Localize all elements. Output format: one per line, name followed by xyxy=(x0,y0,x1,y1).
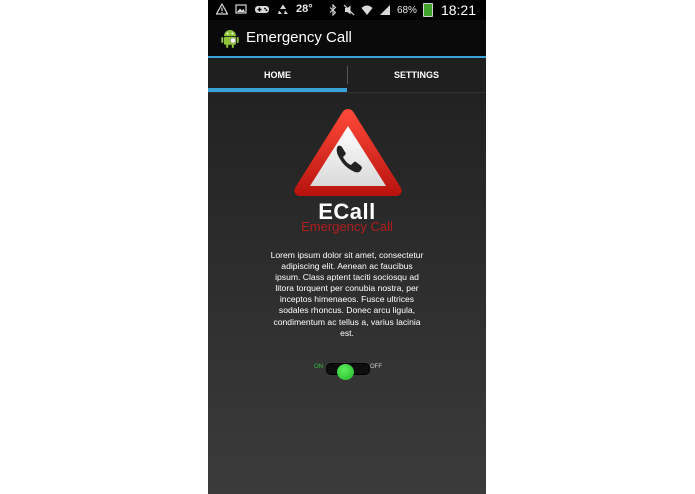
mute-icon xyxy=(343,4,355,16)
recycle-icon xyxy=(278,4,288,14)
toggle-track[interactable] xyxy=(326,363,370,380)
temperature-text: 28° xyxy=(296,3,313,15)
action-bar: Emergency Call xyxy=(208,20,486,58)
battery-percent-text: 68% xyxy=(396,4,417,16)
app-title: Emergency Call xyxy=(246,29,352,46)
status-bar-left: 28° xyxy=(216,3,313,15)
phone-screen: 28° 68% 18:21 Emergency Call HOME SETTIN… xyxy=(208,0,486,494)
tab-selected-indicator xyxy=(208,88,347,92)
wifi-icon xyxy=(361,5,373,15)
tab-settings[interactable]: SETTINGS xyxy=(347,58,486,92)
status-bar: 28° 68% 18:21 xyxy=(208,0,486,20)
clock-text: 18:21 xyxy=(440,2,476,18)
toggle-on-label: ON xyxy=(314,364,323,370)
battery-icon xyxy=(422,3,433,17)
bluetooth-icon xyxy=(329,4,337,16)
toggle-off-label: OFF xyxy=(370,364,382,370)
description-text: Lorem ipsum dolor sit amet, consectetur … xyxy=(270,250,424,338)
emergency-toggle[interactable]: ON OFF xyxy=(314,360,384,380)
tab-bar: HOME SETTINGS xyxy=(208,58,486,93)
tab-home[interactable]: HOME xyxy=(208,58,347,92)
gallery-icon xyxy=(235,4,247,14)
logo-subtitle: Emergency Call xyxy=(301,219,393,234)
gamepad-icon xyxy=(255,6,269,13)
status-bar-right: 68% 18:21 xyxy=(329,2,476,18)
toggle-thumb[interactable] xyxy=(337,364,354,380)
android-icon[interactable] xyxy=(219,27,241,49)
warning-icon xyxy=(216,3,228,15)
tab-home-label: HOME xyxy=(264,70,291,80)
signal-icon xyxy=(379,5,390,15)
phone-warning-icon xyxy=(294,109,402,196)
tab-settings-label: SETTINGS xyxy=(393,70,439,80)
